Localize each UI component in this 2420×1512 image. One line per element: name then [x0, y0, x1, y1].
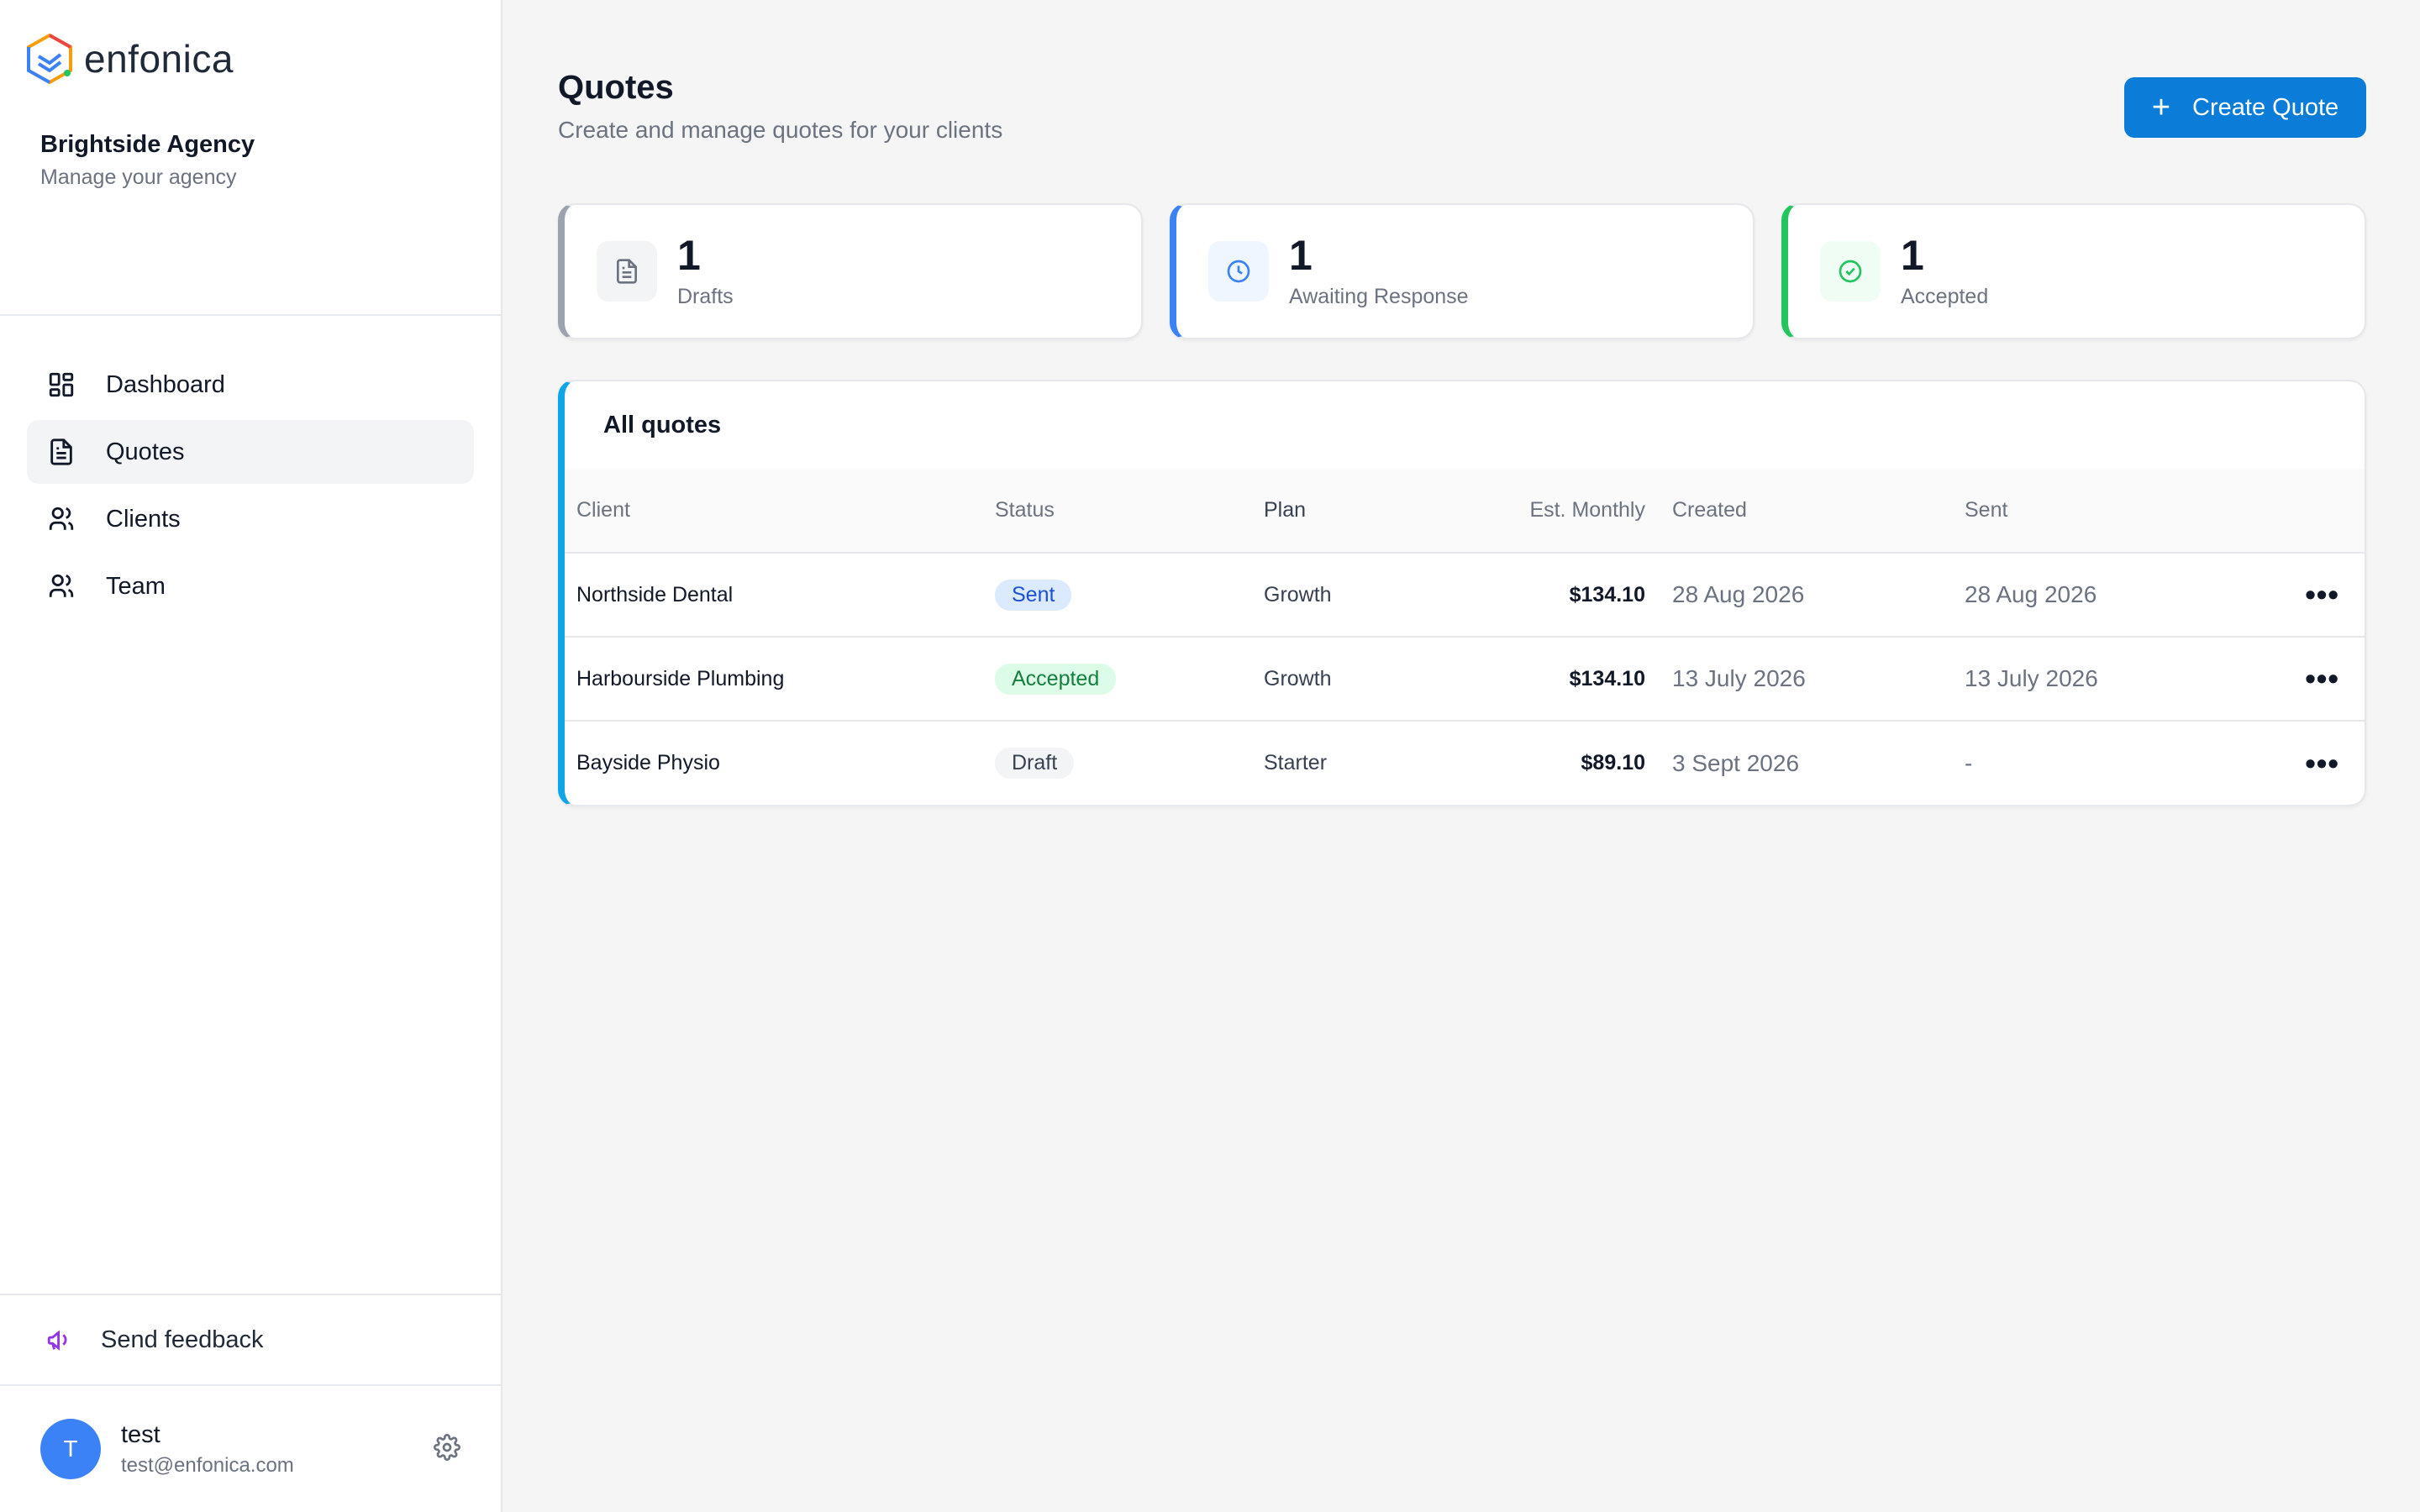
column-header-est-monthly[interactable]: Est. Monthly	[1432, 469, 1672, 553]
cell-actions: •••	[2250, 721, 2365, 805]
more-options-icon[interactable]: •••	[2305, 661, 2339, 696]
column-header-sent[interactable]: Sent	[1965, 469, 2250, 553]
column-header-created[interactable]: Created	[1672, 469, 1965, 553]
table-row[interactable]: Bayside Physio Draft Starter $89.10 3 Se…	[565, 721, 2365, 805]
cell-sent: -	[1965, 749, 1973, 776]
send-feedback-button[interactable]: Send feedback	[0, 1294, 501, 1384]
cell-client: Northside Dental	[576, 582, 734, 606]
users-icon	[49, 574, 74, 597]
brand-name: enfonica	[84, 37, 234, 81]
sidebar-item-label: Quotes	[106, 438, 185, 465]
sidebar-nav: Dashboard Quotes Clients Team	[0, 316, 501, 1294]
cell-est-monthly: $134.10	[1569, 666, 1645, 690]
table-row[interactable]: Harbourside Plumbing Accepted Growth $13…	[565, 637, 2365, 721]
plus-icon: +	[2151, 90, 2171, 125]
stat-value: 1	[1901, 231, 1924, 279]
cell-plan: Starter	[1264, 751, 1328, 774]
cell-plan: Growth	[1264, 582, 1332, 606]
status-badge: Sent	[995, 579, 1072, 611]
avatar[interactable]: T	[40, 1419, 101, 1479]
page-title: Quotes	[558, 69, 674, 106]
table-row[interactable]: Northside Dental Sent Growth $134.10 28 …	[565, 553, 2365, 637]
create-quote-label: Create Quote	[2192, 93, 2339, 121]
stat-icon-container	[597, 241, 657, 302]
table-header-row: Client Status Plan Est. Monthly Created …	[565, 469, 2365, 553]
brand-logo[interactable]: enfonica	[0, 0, 501, 85]
cell-created: 3 Sept 2026	[1672, 749, 1800, 776]
sidebar-item-clients[interactable]: Clients	[27, 487, 474, 551]
status-badge: Draft	[995, 748, 1075, 779]
cell-sent: 13 July 2026	[1965, 665, 2098, 691]
cell-actions: •••	[2250, 553, 2365, 637]
quotes-table-card: All quotes Client Status Plan Est. Month…	[558, 380, 2366, 806]
cell-created: 28 Aug 2026	[1672, 581, 1805, 607]
status-badge: Accepted	[995, 663, 1117, 695]
page-subtitle: Create and manage quotes for your client…	[558, 117, 1003, 143]
sidebar-item-team[interactable]: Team	[27, 554, 474, 618]
stat-icon-container	[1820, 241, 1881, 302]
cell-est-monthly: $134.10	[1569, 582, 1645, 606]
cell-status: Sent	[995, 553, 1264, 637]
stat-value: 1	[1289, 231, 1313, 279]
check-circle-icon	[1839, 260, 1862, 283]
send-feedback-label: Send feedback	[101, 1326, 264, 1353]
cell-est-monthly: $89.10	[1581, 751, 1645, 774]
stat-icon-container	[1208, 241, 1269, 302]
column-header-status[interactable]: Status	[995, 469, 1264, 553]
create-quote-button[interactable]: + Create Quote	[2124, 77, 2366, 138]
cell-client: Harbourside Plumbing	[576, 666, 785, 690]
enfonica-logo-icon	[27, 33, 72, 85]
column-header-actions	[2250, 469, 2365, 553]
column-header-plan[interactable]: Plan	[1264, 469, 1432, 553]
sidebar: enfonica Brightside Agency Manage your a…	[0, 0, 502, 1512]
settings-button[interactable]	[434, 1433, 460, 1465]
cell-actions: •••	[2250, 637, 2365, 721]
sidebar-item-dashboard[interactable]: Dashboard	[27, 353, 474, 417]
agency-name: Brightside Agency	[40, 131, 255, 158]
quotes-table: Client Status Plan Est. Monthly Created …	[565, 469, 2365, 805]
document-icon	[50, 438, 72, 465]
user-email: test@enfonica.com	[121, 1453, 294, 1477]
agency-info: Brightside Agency Manage your agency	[0, 84, 501, 316]
table-title: All quotes	[603, 411, 722, 438]
more-options-icon[interactable]: •••	[2305, 577, 2339, 612]
users-icon	[49, 507, 74, 530]
cell-client: Bayside Physio	[576, 751, 720, 774]
sidebar-item-quotes[interactable]: Quotes	[27, 420, 474, 484]
stat-value: 1	[677, 231, 701, 279]
cell-status: Accepted	[995, 637, 1264, 721]
user-info: test test@enfonica.com	[121, 1421, 434, 1478]
stat-label: Awaiting Response	[1289, 284, 1469, 308]
megaphone-icon	[47, 1330, 67, 1351]
user-name: test	[121, 1420, 160, 1448]
main-content: Quotes Create and manage quotes for your…	[502, 0, 2420, 1512]
cell-status: Draft	[995, 721, 1264, 805]
user-profile: T test test@enfonica.com	[0, 1384, 501, 1512]
agency-subtitle: Manage your agency	[40, 165, 237, 189]
column-header-client[interactable]: Client	[565, 469, 995, 553]
sidebar-item-label: Team	[106, 572, 166, 600]
stat-label: Drafts	[677, 284, 734, 308]
gear-icon	[434, 1433, 460, 1461]
document-icon	[617, 259, 637, 284]
sidebar-item-label: Clients	[106, 505, 181, 533]
stat-card-drafts: 1 Drafts	[558, 203, 1143, 339]
more-options-icon[interactable]: •••	[2305, 746, 2339, 780]
clock-icon	[1227, 260, 1250, 283]
cell-plan: Growth	[1264, 666, 1332, 690]
page-header: Quotes Create and manage quotes for your…	[558, 0, 2366, 203]
stat-card-awaiting-response: 1 Awaiting Response	[1170, 203, 1754, 339]
cell-created: 13 July 2026	[1672, 665, 1806, 691]
stats-row: 1 Drafts 1 Awaiting Response 1 Accepted	[558, 203, 2366, 339]
stat-card-accepted: 1 Accepted	[1781, 203, 2366, 339]
sidebar-item-label: Dashboard	[106, 370, 225, 398]
cell-sent: 28 Aug 2026	[1965, 581, 2097, 607]
dashboard-icon	[49, 372, 74, 397]
stat-label: Accepted	[1901, 284, 1989, 308]
